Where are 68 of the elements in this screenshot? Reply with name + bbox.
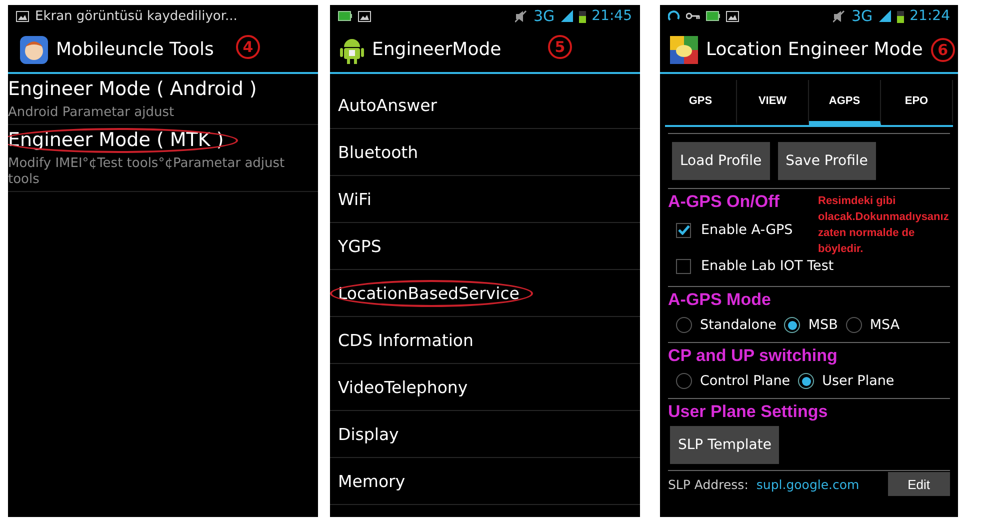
section-heading: User Plane Settings: [668, 402, 828, 422]
image-icon: [726, 10, 739, 22]
edit-button[interactable]: Edit: [888, 472, 950, 496]
tab[interactable]: EPO: [881, 80, 953, 125]
option-label: Standalone: [700, 317, 776, 333]
notification-text: Ekran görüntüsü kaydediliyor...: [35, 8, 238, 24]
signal-icon: [560, 10, 573, 22]
battery-icon: [338, 11, 352, 21]
option-label: Control Plane: [700, 373, 790, 389]
checkbox[interactable]: [676, 222, 691, 238]
profile-button[interactable]: Load Profile: [672, 142, 770, 180]
menu-item[interactable]: YGPS: [338, 236, 382, 256]
menu-item[interactable]: WiFi: [338, 190, 372, 208]
field-value: supl.google.com: [756, 476, 860, 492]
muted-speaker-icon: [515, 10, 528, 22]
option-label: MSA: [870, 317, 900, 333]
key-icon: [686, 12, 700, 20]
clock: 21:45: [592, 8, 632, 24]
muted-speaker-icon: [833, 10, 846, 22]
check-icon: [678, 225, 690, 235]
battery-icon: [706, 11, 720, 21]
list-item-subtitle: Modify IMEI°¢Test tools°¢Parametar adjust tools: [8, 156, 286, 188]
radio-button[interactable]: [676, 317, 692, 333]
sync-icon: [668, 10, 680, 22]
image-icon: [16, 10, 29, 22]
network-type: 3G: [533, 7, 555, 25]
step-number: 5: [548, 35, 572, 59]
option-label: Enable Lab IOT Test: [701, 258, 834, 274]
tab[interactable]: AGPS: [809, 80, 881, 125]
app-title: Location Engineer Mode: [706, 39, 923, 60]
option-label: User Plane: [822, 373, 894, 389]
checkbox[interactable]: [676, 258, 691, 274]
step-number: 4: [236, 35, 260, 59]
profile-button[interactable]: Save Profile: [778, 142, 876, 180]
menu-item[interactable]: AutoAnswer: [338, 96, 438, 114]
option-label: MSB: [808, 317, 838, 333]
app-title: Mobileuncle Tools: [56, 39, 214, 60]
menu-item[interactable]: Display: [338, 424, 399, 444]
option-label: Enable A-GPS: [701, 222, 793, 238]
section-heading: A-GPS On/Off: [668, 192, 780, 212]
battery-icon: [578, 10, 586, 22]
menu-item[interactable]: Memory: [338, 472, 406, 490]
menu-item[interactable]: Bluetooth: [338, 142, 418, 162]
battery-icon: [896, 10, 904, 22]
menu-item[interactable]: VideoTelephony: [338, 378, 468, 396]
field-label: SLP Address:: [668, 476, 748, 492]
app-title: EngineerMode: [372, 39, 502, 60]
image-icon: [358, 10, 371, 22]
annotation-note: Resimdeki gibi olacak.Dokunmadıysanız zaten normalde de böyledir.: [818, 194, 950, 257]
step-number: 6: [930, 38, 955, 62]
app-icon: [670, 36, 698, 64]
network-type: 3G: [851, 7, 873, 25]
template-button[interactable]: SLP Template: [670, 426, 780, 464]
list-item-title[interactable]: Engineer Mode ( Android ): [8, 78, 257, 100]
radio-button[interactable]: [798, 373, 814, 389]
section-heading: CP and UP switching: [668, 346, 838, 366]
tab[interactable]: VIEW: [737, 80, 809, 125]
list-item-subtitle: Android Parametar ajdust: [8, 105, 176, 121]
signal-icon: [878, 10, 891, 22]
clock: 21:24: [910, 8, 950, 24]
menu-item[interactable]: CDS Information: [338, 330, 474, 350]
app-icon: [20, 36, 48, 64]
tab[interactable]: GPS: [665, 80, 737, 125]
radio-button[interactable]: [676, 373, 692, 389]
radio-button[interactable]: [846, 317, 862, 333]
menu-item[interactable]: LocationBasedService: [338, 284, 520, 302]
radio-button[interactable]: [784, 317, 800, 333]
section-heading: A-GPS Mode: [668, 290, 771, 310]
